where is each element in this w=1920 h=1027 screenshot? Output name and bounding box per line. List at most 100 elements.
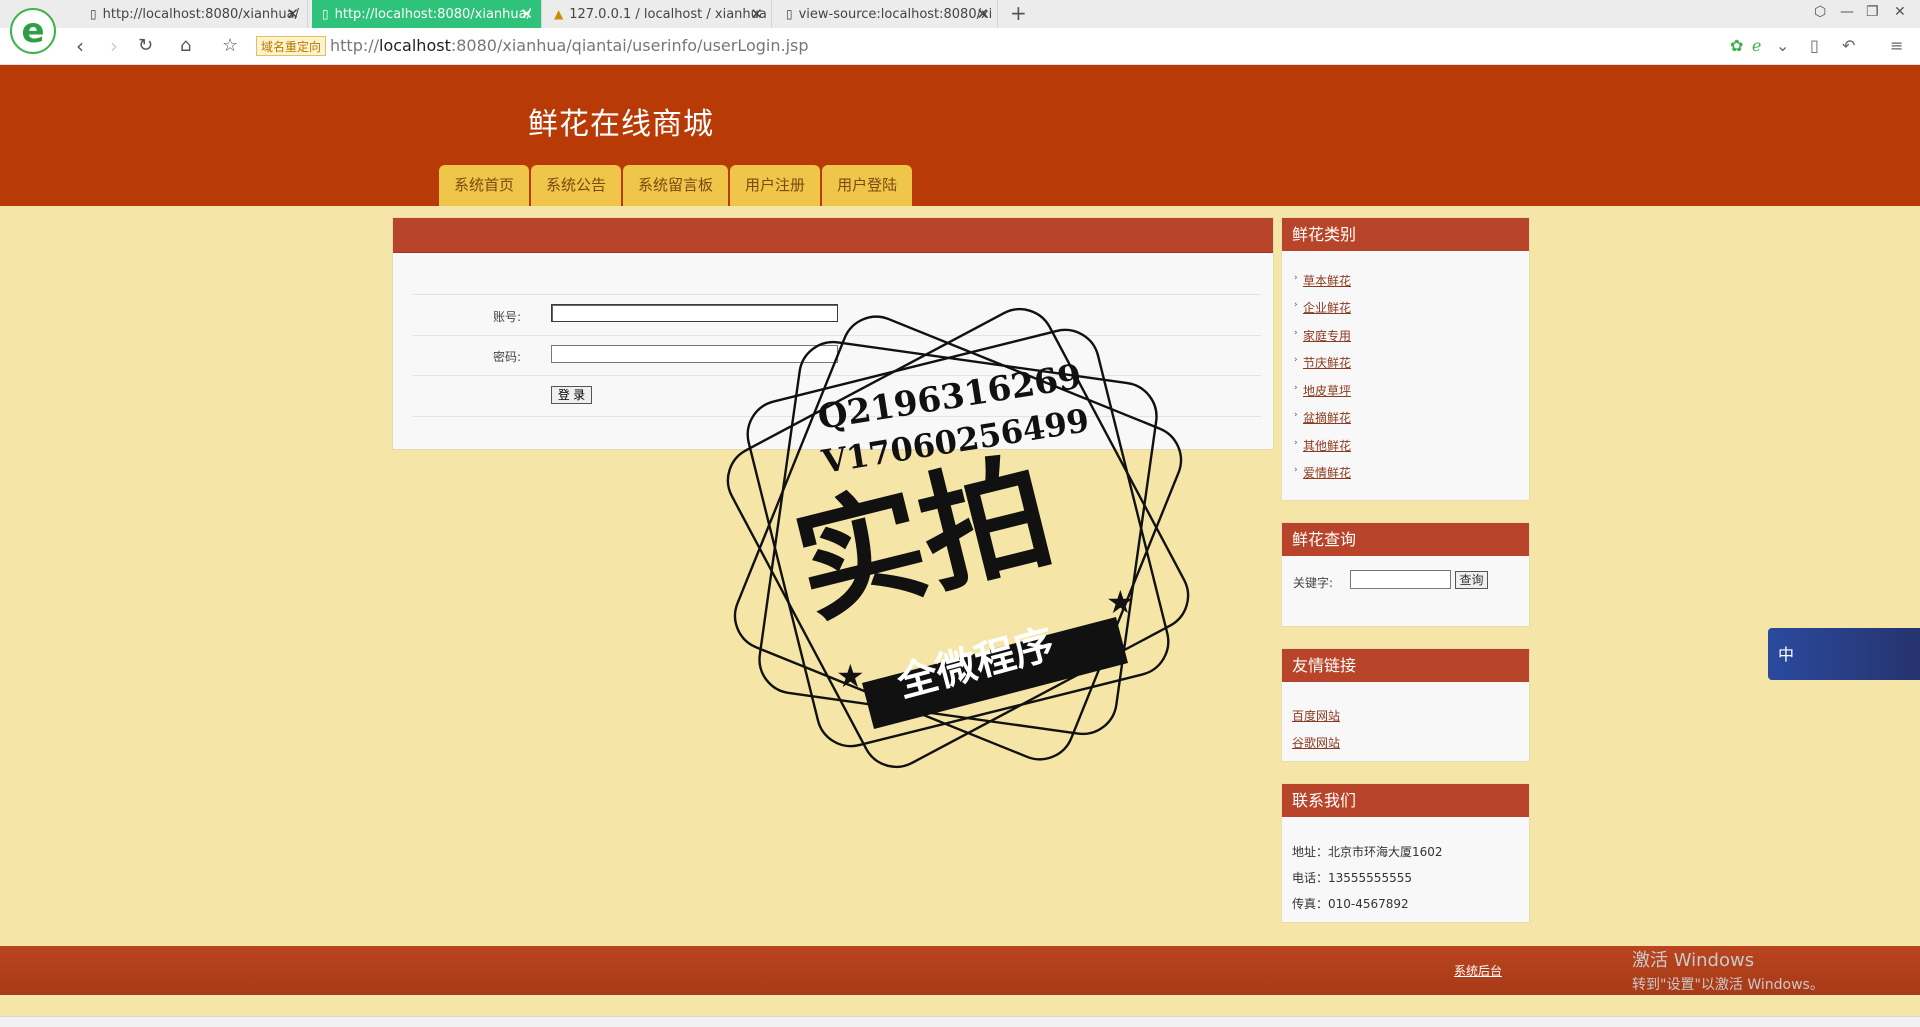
main-nav: 系统首页 系统公告 系统留言板 用户注册 用户登陆 [439,165,914,206]
nav-register[interactable]: 用户注册 [730,165,821,206]
browser-tab[interactable]: ▯ http://localhost:8080/xianhua/ ✕ [80,0,308,28]
ie-mode-icon[interactable]: ℯ [1752,36,1761,55]
login-panel: 账号: 密码: 登 录 [392,217,1274,450]
category-title: 鲜花类别 [1282,218,1529,251]
close-window-icon[interactable]: ✕ [1894,4,1906,20]
contact-address: 地址：北京市环海大厦1602 [1292,845,1443,859]
links-title: 友情链接 [1282,649,1529,682]
document-icon: ▯ [786,7,793,21]
nav-home[interactable]: 系统首页 [439,165,530,206]
tab-title: http://localhost:8080/xianhua/ [334,6,531,22]
friend-link-google[interactable]: 谷歌网站 [1292,734,1340,751]
minimize-icon[interactable]: — [1840,4,1854,20]
search-title: 鲜花查询 [1282,523,1529,556]
contact-phone: 电话：13555555555 [1292,871,1412,885]
nav-announcements[interactable]: 系统公告 [531,165,622,206]
category-link[interactable]: 草本鲜花 [1303,272,1351,289]
forward-icon[interactable]: › [110,34,118,58]
windows-activation-watermark: 激活 Windows 转到"设置"以激活 Windows。 [1632,946,1824,994]
bullet-icon: › [1294,328,1298,338]
tab-title: view-source:localhost:8080/xi [798,6,993,22]
admin-link[interactable]: 系统后台 [1454,962,1502,979]
keyword-input[interactable] [1350,570,1451,589]
address-bar[interactable]: http://localhost:8080/xianhua/qiantai/us… [330,36,809,56]
chevron-down-icon[interactable]: ⌄ [1776,36,1789,55]
star-icon: ★ [1106,583,1135,621]
divider [413,335,1261,336]
browser-status-bar [0,1016,1920,1027]
close-tab-icon[interactable]: ✕ [750,5,763,23]
skin-icon[interactable]: ⬡ [1814,4,1826,20]
close-tab-icon[interactable]: ✕ [976,5,989,23]
divider [413,416,1261,417]
contact-title: 联系我们 [1282,784,1529,817]
category-link[interactable]: 爱情鲜花 [1303,464,1351,481]
friend-link-baidu[interactable]: 百度网站 [1292,707,1340,724]
category-link[interactable]: 节庆鲜花 [1303,354,1351,371]
phpmyadmin-icon: ▲ [554,7,564,21]
activation-line2: 转到"设置"以激活 Windows。 [1632,977,1824,993]
browser-tab-active[interactable]: ▯ http://localhost:8080/xianhua/ ✕ [312,0,542,28]
search-button[interactable]: 查询 [1455,571,1488,589]
close-tab-icon[interactable]: ✕ [520,5,533,23]
stamp-banner-text: 全微程序 [892,621,1059,707]
document-icon: ▯ [90,7,97,21]
login-panel-header [393,218,1273,253]
bookmark-icon[interactable]: ▯ [1810,36,1819,55]
close-tab-icon[interactable]: ✕ [286,5,299,23]
bullet-icon: › [1294,465,1298,475]
keyword-label: 关键字: [1293,576,1334,590]
redirect-badge: 域名重定向 [256,36,327,56]
category-link[interactable]: 家庭专用 [1303,327,1351,344]
bullet-icon: › [1294,438,1298,448]
address-bar-row: ‹ › ↻ ⌂ ☆ 域名重定向 http://localhost:8080/xi… [0,28,1920,65]
reload-icon[interactable]: ↻ [138,35,153,56]
contact-fax: 传真：010-4567892 [1292,897,1409,911]
url-host: localhost [379,36,451,55]
security-icon[interactable]: ✿ [1730,36,1743,55]
divider [413,375,1261,376]
account-input[interactable] [551,304,838,322]
home-icon[interactable]: ⌂ [180,35,191,56]
menu-icon[interactable]: ≡ [1890,36,1903,55]
bullet-icon: › [1294,300,1298,310]
bullet-icon: › [1294,383,1298,393]
password-label: 密码: [493,350,522,364]
nav-login[interactable]: 用户登陆 [822,165,913,206]
url-path: :8080/xianhua/qiantai/userinfo/userLogin… [450,36,809,55]
stamp-main-text: 实拍 [781,437,1065,644]
links-box: 友情链接 百度网站 谷歌网站 [1281,648,1530,762]
url-scheme: http:// [330,36,380,55]
favorite-star-icon[interactable]: ☆ [222,35,238,56]
tab-title: http://localhost:8080/xianhua/ [102,6,299,22]
category-link[interactable]: 其他鲜花 [1303,437,1351,454]
site-header: 鲜花在线商城 系统首页 系统公告 系统留言板 用户注册 用户登陆 [0,65,1920,206]
bullet-icon: › [1294,273,1298,283]
category-link[interactable]: 盆摘鲜花 [1303,409,1351,426]
bullet-icon: › [1294,355,1298,365]
category-box: 鲜花类别 › 草本鲜花 › 企业鲜花 › 家庭专用 › 节庆鲜花 › 地皮草坪 … [1281,217,1530,501]
restore-icon[interactable]: ❐ [1866,4,1879,20]
ime-mode: 中 [1778,645,1795,664]
new-tab-button[interactable]: + [1010,1,1027,25]
account-label: 账号: [493,310,522,324]
bullet-icon: › [1294,410,1298,420]
browser-logo: e [10,8,56,54]
browser-tab[interactable]: ▯ view-source:localhost:8080/xi ✕ [776,0,998,28]
category-link[interactable]: 地皮草坪 [1303,382,1351,399]
activation-line1: 激活 Windows [1632,950,1755,971]
stamp-banner [862,617,1128,729]
document-icon: ▯ [322,7,329,21]
site-title: 鲜花在线商城 [528,107,714,142]
nav-message-board[interactable]: 系统留言板 [623,165,729,206]
back-icon[interactable]: ‹ [76,34,84,58]
undo-icon[interactable]: ↶ [1842,36,1855,55]
divider [413,294,1261,295]
ime-widget[interactable]: 中 [1768,628,1920,680]
login-button[interactable]: 登 录 [551,386,592,404]
password-input[interactable] [551,345,838,363]
browser-logo-letter: e [21,11,45,51]
category-link[interactable]: 企业鲜花 [1303,299,1351,316]
browser-tab[interactable]: ▲ 127.0.0.1 / localhost / xianhua ✕ [544,0,772,28]
tab-title: 127.0.0.1 / localhost / xianhua [569,6,767,22]
